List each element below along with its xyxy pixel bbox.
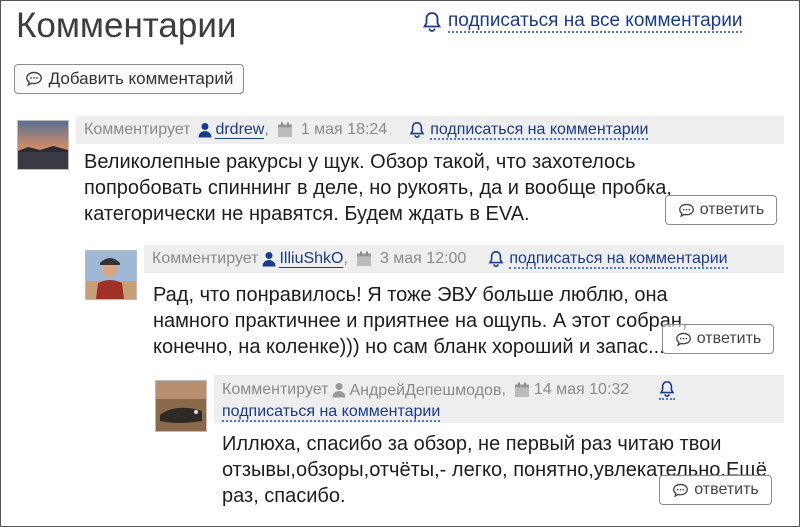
calendar-icon xyxy=(356,251,372,267)
avatar[interactable] xyxy=(17,120,69,170)
speech-bubble-icon xyxy=(678,203,695,218)
reply-button[interactable]: ответить xyxy=(659,475,772,505)
bell-icon xyxy=(488,250,504,268)
comment-prefix: Комментирует xyxy=(152,250,259,267)
reply-label: ответить xyxy=(699,201,765,218)
speech-bubble-icon xyxy=(25,71,43,87)
comment-author[interactable]: drdrew xyxy=(215,121,265,139)
user-icon xyxy=(332,382,346,398)
subscribe-all-link[interactable]: подписаться на все комментарии xyxy=(422,10,743,33)
add-comment-button[interactable]: Добавить комментарий xyxy=(14,64,244,94)
reply-label: ответить xyxy=(696,330,762,347)
user-icon xyxy=(262,251,276,267)
subscribe-link[interactable]: подписаться на комментарии xyxy=(430,121,649,140)
comment-date: 3 мая 12:00 xyxy=(379,250,467,267)
subscribe-all-label: подписаться на все комментарии xyxy=(448,10,743,33)
reply-button[interactable]: ответить xyxy=(662,324,774,354)
reply-label: ответить xyxy=(694,481,759,498)
comment-text: Рад, что понравилось! Я тоже ЭВУ больше … xyxy=(153,284,688,358)
add-comment-label: Добавить комментарий xyxy=(48,69,234,88)
comment-prefix: Комментирует xyxy=(84,121,191,138)
comment-author: АндрейДепешмодов xyxy=(349,381,502,399)
subscribe-link[interactable]: подписаться на комментарии xyxy=(222,403,441,422)
avatar[interactable] xyxy=(85,250,137,300)
bell-icon xyxy=(422,11,442,33)
comment-header: Комментирует АндрейДепешмодов, 14 мая 10… xyxy=(214,375,784,423)
bell-icon[interactable] xyxy=(659,380,676,400)
subscribe-link[interactable]: подписаться на комментарии xyxy=(509,250,728,269)
bell-icon xyxy=(409,121,425,139)
speech-bubble-icon xyxy=(675,332,692,347)
user-icon xyxy=(198,122,212,138)
calendar-icon xyxy=(514,382,530,398)
comment-prefix: Комментирует xyxy=(222,381,329,398)
page-title: Комментарии xyxy=(16,6,237,45)
reply-button[interactable]: ответить xyxy=(665,195,777,225)
comment-author[interactable]: IlliuShkO xyxy=(279,250,344,268)
avatar[interactable] xyxy=(155,380,207,432)
comment-text: Великолепные ракурсы у щук. Обзор такой,… xyxy=(84,151,672,225)
speech-bubble-icon xyxy=(672,483,689,498)
calendar-icon xyxy=(277,122,293,138)
comment-date: 14 мая 10:32 xyxy=(533,381,630,398)
comment-header: Комментирует IlliuShkO, 3 мая 12:00 подп… xyxy=(144,245,784,273)
comment-date: 1 мая 18:24 xyxy=(300,121,388,138)
comment-header: Комментирует drdrew, 1 мая 18:24 подписа… xyxy=(76,116,784,144)
